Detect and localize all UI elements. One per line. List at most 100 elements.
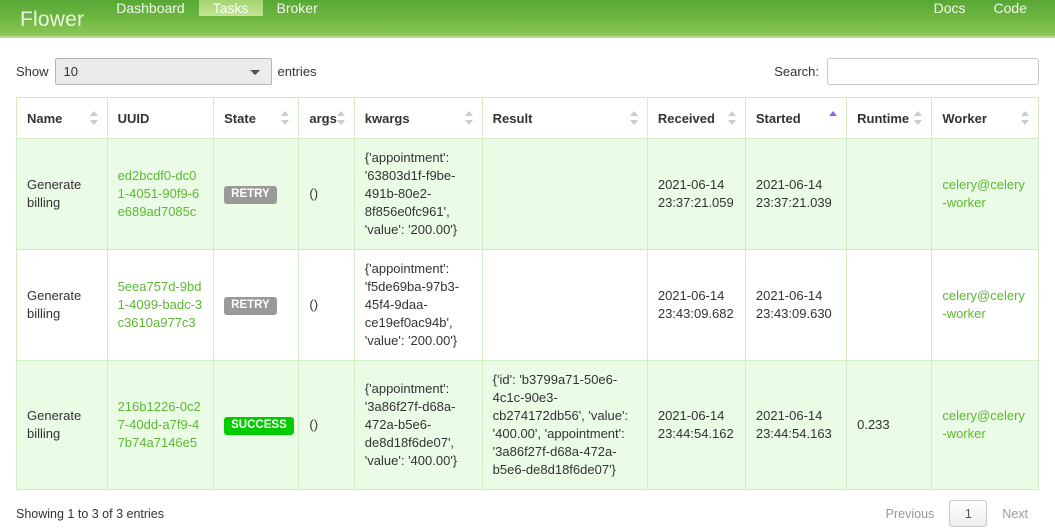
column-header-started[interactable]: Started bbox=[744, 97, 848, 139]
task-uuid-link[interactable]: 216b1226-0c27-40dd-a7f9-47b74a7146e5 bbox=[118, 399, 201, 450]
status-badge: RETRY bbox=[224, 297, 277, 315]
nav-item-broker-wrap: Broker bbox=[263, 0, 332, 38]
column-header-label: Name bbox=[27, 110, 63, 126]
column-header-label: Result bbox=[492, 110, 533, 126]
sort-both-icon bbox=[281, 110, 290, 126]
tasks-table: Name UUID State args kwargs Result Received Sta… bbox=[16, 97, 1039, 490]
sort-ascending-icon bbox=[829, 110, 838, 126]
nav-item-tasks-wrap: Tasks bbox=[198, 0, 263, 38]
tasks-table-header-row: Name UUID State args kwargs Result Received Sta… bbox=[16, 97, 1039, 139]
sort-both-icon bbox=[89, 110, 99, 126]
cell-uuid: 216b1226-0c27-40dd-a7f9-47b74a7146e5 bbox=[106, 360, 215, 490]
search-input[interactable] bbox=[827, 58, 1039, 85]
table-footer: Showing 1 to 3 of 3 entries Previous 1 N… bbox=[16, 490, 1039, 527]
sort-both-icon bbox=[727, 110, 737, 126]
cell-worker: celery@celery-worker bbox=[931, 138, 1039, 250]
pagination-previous[interactable]: Previous bbox=[875, 500, 946, 527]
column-header-uuid[interactable]: UUID bbox=[106, 97, 215, 139]
entries-length-control: Show 102550100 entries bbox=[16, 58, 317, 85]
column-header-runtime[interactable]: Runtime bbox=[846, 97, 933, 139]
worker-link[interactable]: celery@celery-worker bbox=[942, 177, 1025, 210]
nav-item-dashboard-wrap: Dashboard bbox=[102, 0, 199, 38]
column-header-worker[interactable]: Worker bbox=[931, 97, 1039, 139]
entries-label: entries bbox=[277, 64, 317, 79]
cell-received: 2021-06-14 23:43:09.682 bbox=[646, 249, 746, 361]
column-header-label: Worker bbox=[942, 110, 987, 126]
cell-uuid: 5eea757d-9bd1-4099-badc-3c3610a977c3 bbox=[106, 249, 215, 361]
cell-state: RETRY bbox=[213, 138, 300, 250]
cell-runtime bbox=[846, 249, 933, 361]
column-header-kwargs[interactable]: kwargs bbox=[353, 97, 483, 139]
nav-item-docs-wrap: Docs bbox=[920, 0, 980, 38]
cell-state: SUCCESS bbox=[213, 360, 300, 490]
tasks-table-body: Generate billing ed2bcdf0-dc01-4051-90f9-… bbox=[16, 138, 1039, 490]
tasks-table-head: Name UUID State args kwargs Result Received Sta… bbox=[16, 97, 1039, 139]
cell-result bbox=[481, 249, 648, 361]
pagination-next[interactable]: Next bbox=[991, 500, 1039, 527]
show-label: Show bbox=[16, 64, 49, 79]
cell-args: () bbox=[298, 138, 355, 250]
sort-both-icon bbox=[914, 110, 923, 126]
entries-info: Showing 1 to 3 of 3 entries bbox=[16, 506, 165, 521]
column-header-name[interactable]: Name bbox=[16, 97, 108, 139]
cell-started: 2021-06-14 23:43:09.630 bbox=[744, 249, 848, 361]
column-header-label: Started bbox=[755, 110, 801, 126]
column-header-label: kwargs bbox=[364, 110, 410, 126]
cell-kwargs: {'appointment': '3a86f27f-d68a-472a-b5e6… bbox=[353, 360, 483, 490]
cell-kwargs: {'appointment': 'f5de69ba-97b3-45f4-9daa… bbox=[353, 249, 483, 361]
worker-link[interactable]: celery@celery-worker bbox=[942, 408, 1025, 441]
cell-name: Generate billing bbox=[16, 138, 108, 250]
primary-nav: Dashboard Tasks Broker bbox=[102, 0, 332, 38]
cell-received: 2021-06-14 23:44:54.162 bbox=[646, 360, 746, 490]
sort-both-icon bbox=[336, 110, 346, 126]
status-badge: RETRY bbox=[224, 186, 277, 204]
brand-logo[interactable]: Flower bbox=[0, 0, 102, 38]
column-header-result[interactable]: Result bbox=[481, 97, 648, 139]
status-badge: SUCCESS bbox=[224, 417, 294, 435]
table-row: Generate billing 5eea757d-9bd1-4099-badc-… bbox=[16, 249, 1039, 361]
cell-started: 2021-06-14 23:44:54.163 bbox=[744, 360, 848, 490]
nav-item-dashboard[interactable]: Dashboard bbox=[102, 0, 199, 16]
nav-item-docs[interactable]: Docs bbox=[920, 0, 980, 16]
nav-item-code-wrap: Code bbox=[980, 0, 1041, 38]
cell-started: 2021-06-14 23:37:21.039 bbox=[744, 138, 848, 250]
column-header-label: Runtime bbox=[857, 110, 910, 126]
column-header-label: UUID bbox=[117, 110, 150, 126]
cell-result bbox=[481, 138, 648, 250]
sort-both-icon bbox=[629, 110, 639, 126]
task-uuid-link[interactable]: ed2bcdf0-dc01-4051-90f9-6e689ad7085c bbox=[118, 168, 200, 219]
column-header-args[interactable]: args bbox=[298, 97, 355, 139]
page-content: Show 102550100 entries Search: Name UUID S… bbox=[0, 38, 1055, 527]
cell-uuid: ed2bcdf0-dc01-4051-90f9-6e689ad7085c bbox=[106, 138, 215, 250]
cell-kwargs: {'appointment': '63803d1f-f9be-491b-80e2… bbox=[353, 138, 483, 250]
cell-args: () bbox=[298, 360, 355, 490]
sort-both-icon bbox=[464, 110, 474, 126]
column-header-label: args bbox=[309, 110, 337, 126]
search-control: Search: bbox=[774, 58, 1039, 85]
task-uuid-link[interactable]: 5eea757d-9bd1-4099-badc-3c3610a977c3 bbox=[118, 279, 203, 330]
cell-received: 2021-06-14 23:37:21.059 bbox=[646, 138, 746, 250]
cell-runtime: 0.233 bbox=[846, 360, 933, 490]
table-row: Generate billing ed2bcdf0-dc01-4051-90f9-… bbox=[16, 138, 1039, 250]
worker-link[interactable]: celery@celery-worker bbox=[942, 288, 1025, 321]
pagination: Previous 1 Next bbox=[871, 500, 1039, 527]
pagination-page-1[interactable]: 1 bbox=[949, 500, 988, 527]
cell-args: () bbox=[298, 249, 355, 361]
nav-item-broker[interactable]: Broker bbox=[263, 0, 332, 16]
secondary-nav: Docs Code bbox=[920, 0, 1055, 38]
nav-item-tasks[interactable]: Tasks bbox=[198, 0, 263, 16]
entries-per-page-select[interactable]: 102550100 bbox=[54, 58, 272, 85]
column-header-label: Received bbox=[657, 110, 715, 126]
column-header-received[interactable]: Received bbox=[646, 97, 746, 139]
column-header-label: State bbox=[224, 110, 256, 126]
search-label: Search: bbox=[774, 64, 819, 79]
nav-item-code[interactable]: Code bbox=[980, 0, 1041, 16]
cell-result: {'id': 'b3799a71-50e6-4c1c-90e3-cb274172… bbox=[481, 360, 648, 490]
cell-runtime bbox=[846, 138, 933, 250]
cell-worker: celery@celery-worker bbox=[931, 249, 1039, 361]
cell-worker: celery@celery-worker bbox=[931, 360, 1039, 490]
cell-state: RETRY bbox=[213, 249, 300, 361]
table-row: Generate billing 216b1226-0c27-40dd-a7f9-… bbox=[16, 360, 1039, 490]
column-header-state[interactable]: State bbox=[213, 97, 300, 139]
top-navbar: Flower Dashboard Tasks Broker Docs Code bbox=[0, 0, 1055, 38]
